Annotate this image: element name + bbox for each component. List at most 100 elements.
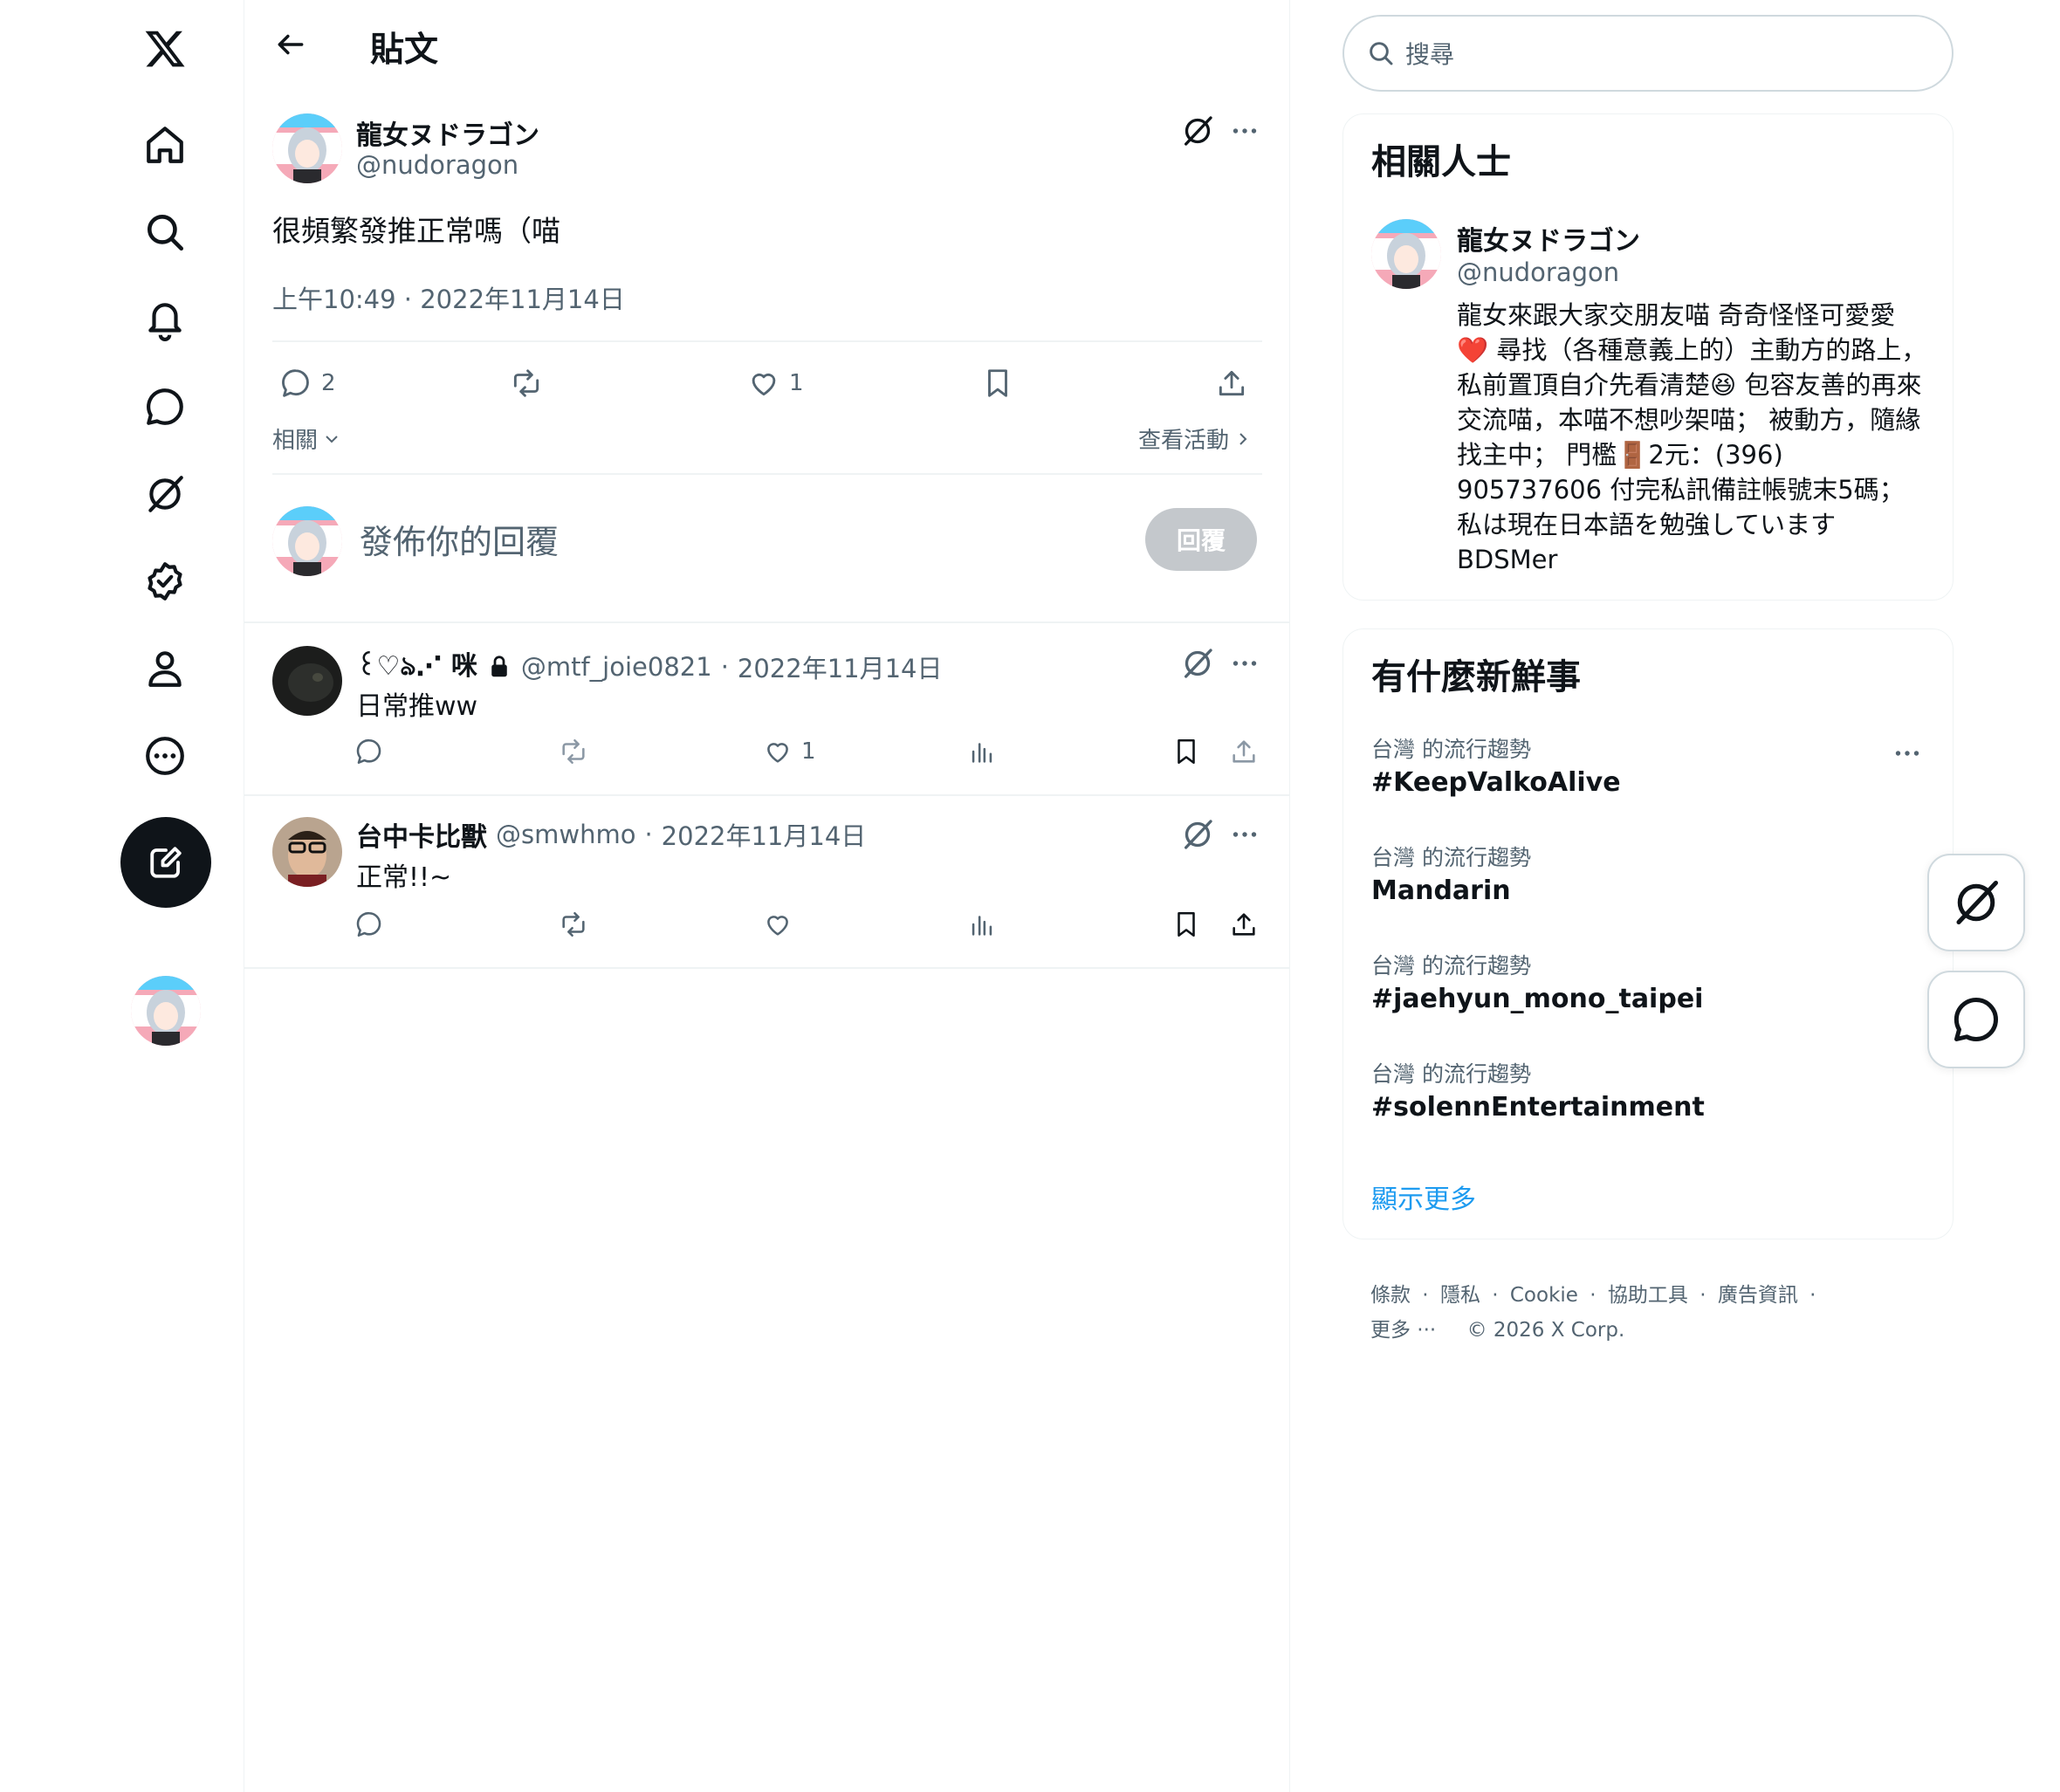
more-options-icon[interactable] — [1229, 648, 1260, 679]
trend-name: #solennEntertainment — [1371, 1092, 1705, 1123]
view-activity-link[interactable]: 查看活動 — [1138, 422, 1253, 455]
reply-author-handle[interactable]: @mtf_joie0821 — [521, 652, 712, 682]
like-action[interactable] — [763, 910, 793, 939]
trend-name: Mandarin — [1371, 875, 1511, 906]
footer-link-privacy[interactable]: 隱私 — [1440, 1284, 1480, 1307]
reply-tweet[interactable]: ꒰♡ঌ⋰ 咪 @mtf_joie0821 · 2022年11月14日 日常推ww… — [244, 621, 1290, 794]
notifications-icon[interactable] — [139, 293, 191, 346]
bookmark-action[interactable] — [1171, 910, 1201, 939]
repost-action[interactable] — [510, 367, 543, 400]
related-user-name[interactable]: 龍女ヌドラゴン — [1457, 219, 1640, 257]
related-user-handle[interactable]: @nudoragon — [1457, 257, 1619, 287]
like-action[interactable]: 1 — [747, 367, 804, 400]
share-action[interactable] — [1229, 737, 1259, 766]
footer-link-ads[interactable]: 廣告資訊 — [1718, 1284, 1798, 1307]
trend-label: 台灣 的流行趨勢 — [1371, 845, 1531, 870]
repost-icon — [562, 911, 585, 937]
search-input[interactable]: 搜尋 — [1405, 36, 1454, 71]
trend-name: #jaehyun_mono_taipei — [1371, 984, 1704, 1014]
reply-input[interactable]: 發佈你的回覆 — [360, 515, 559, 563]
compose-button[interactable] — [120, 817, 211, 908]
reply-action[interactable] — [354, 910, 384, 939]
footer-link-terms[interactable]: 條款 — [1370, 1284, 1411, 1307]
card-title: 有什麼新鮮事 — [1371, 657, 1581, 697]
views-action[interactable] — [967, 910, 997, 939]
account-avatar[interactable] — [131, 976, 201, 1046]
profile-icon[interactable] — [139, 642, 191, 695]
home-icon[interactable] — [139, 119, 191, 171]
post-author-handle[interactable]: @nudoragon — [356, 150, 518, 180]
trend-label: 台灣 的流行趨勢 — [1371, 953, 1531, 978]
reply-author-avatar[interactable] — [272, 817, 342, 887]
trend-item[interactable]: 台灣 的流行趨勢 #KeepValkoAlive — [1343, 725, 1954, 828]
bookmark-action[interactable] — [981, 367, 1014, 400]
reply-action[interactable]: 2 — [279, 367, 336, 400]
post-author-name[interactable]: 龍女ヌドラゴン — [356, 113, 539, 152]
reply-button[interactable]: 回覆 — [1145, 508, 1257, 571]
related-people-card: 相關人士 龍女ヌドラゴン @nudoragon 龍女來跟大家交朋友喵 奇奇怪怪可… — [1342, 113, 1954, 601]
reply-author-name[interactable]: ꒰♡ঌ⋰ 咪 — [356, 644, 477, 690]
bookmark-icon — [1178, 911, 1195, 937]
trend-item[interactable]: 台灣 的流行趨勢 #jaehyun_mono_taipei — [1343, 942, 1954, 1045]
bookmark-action[interactable] — [1171, 737, 1201, 766]
grok-float-button[interactable] — [1927, 854, 2025, 951]
page-title: 貼文 — [370, 31, 439, 70]
more-options-icon[interactable] — [1892, 738, 1923, 769]
reply-text: 日常推ww — [356, 691, 478, 722]
like-action[interactable]: 1 — [763, 737, 816, 766]
footer-row: 更多 ··· © 2026 X Corp. — [1370, 1313, 1630, 1342]
post-text: 很頻繁發推正常嗎（喵 — [272, 214, 560, 248]
analytics-icon — [972, 743, 992, 763]
trend-item[interactable]: 台灣 的流行趨勢 Mandarin — [1343, 834, 1954, 937]
separator-dot: · — [720, 652, 729, 682]
grok-icon[interactable] — [139, 468, 191, 520]
more-options-icon[interactable] — [1229, 819, 1260, 850]
back-button[interactable] — [274, 28, 307, 61]
footer-separator: · — [1802, 1284, 1816, 1307]
more-icon[interactable] — [139, 730, 191, 782]
trend-item[interactable]: 台灣 的流行趨勢 #solennEntertainment — [1343, 1050, 1954, 1153]
messages-icon[interactable] — [139, 381, 191, 433]
messages-float-button[interactable] — [1927, 971, 2025, 1068]
reply-action[interactable] — [354, 737, 384, 766]
related-user-avatar[interactable] — [1371, 219, 1441, 289]
post-timestamp[interactable]: 上午10:49 · 2022年11月14日 — [272, 279, 625, 316]
post-author-avatar[interactable] — [272, 113, 342, 183]
divider — [272, 340, 1262, 342]
search-bar[interactable]: 搜尋 — [1342, 15, 1954, 92]
reply-author-name[interactable]: 台中卡比獸 — [356, 815, 487, 854]
share-action[interactable] — [1229, 910, 1259, 939]
footer-separator: · — [1583, 1284, 1603, 1307]
share-action[interactable] — [1215, 367, 1248, 400]
grok-icon[interactable] — [1180, 113, 1215, 148]
footer-link-accessibility[interactable]: 協助工具 — [1608, 1284, 1688, 1307]
activity-label: 查看活動 — [1138, 428, 1230, 454]
footer-separator: · — [1416, 1284, 1435, 1307]
x-logo-icon[interactable] — [139, 23, 191, 75]
views-action[interactable] — [967, 737, 997, 766]
grok-icon — [1956, 881, 1998, 924]
verified-icon[interactable] — [139, 555, 191, 608]
repost-action[interactable] — [559, 737, 588, 766]
chevron-right-icon — [1239, 432, 1247, 445]
reply-author-avatar[interactable] — [272, 646, 342, 716]
related-toggle[interactable]: 相關 — [272, 422, 342, 455]
bookmark-icon — [988, 369, 1007, 397]
related-user-bio: 龍女來跟大家交朋友喵 奇奇怪怪可愛愛 ❤️ 尋找（各種意義上的）主動方的路上， … — [1457, 300, 1927, 574]
reply-tweet[interactable]: 台中卡比獸 @smwhmo · 2022年11月14日 正常!!~ — [244, 794, 1290, 967]
grok-icon[interactable] — [1180, 817, 1215, 852]
compose-icon — [150, 847, 182, 878]
show-more-link[interactable]: 顯示更多 — [1371, 1178, 1476, 1216]
repost-action[interactable] — [559, 910, 588, 939]
repost-icon — [513, 369, 539, 397]
footer-link-cookie[interactable]: Cookie — [1510, 1284, 1578, 1307]
reply-date[interactable]: 2022年11月14日 — [738, 649, 943, 685]
trend-label: 台灣 的流行趨勢 — [1371, 1061, 1531, 1087]
footer-links: 條款 · 隱私 · Cookie · 協助工具 · 廣告資訊 · — [1370, 1278, 1821, 1308]
reply-date[interactable]: 2022年11月14日 — [662, 816, 867, 853]
more-options-icon[interactable] — [1229, 115, 1260, 147]
footer-more-link[interactable]: 更多 ··· — [1370, 1319, 1436, 1342]
search-icon[interactable] — [139, 206, 191, 258]
reply-author-handle[interactable]: @smwhmo — [496, 820, 635, 849]
grok-icon[interactable] — [1180, 646, 1215, 681]
